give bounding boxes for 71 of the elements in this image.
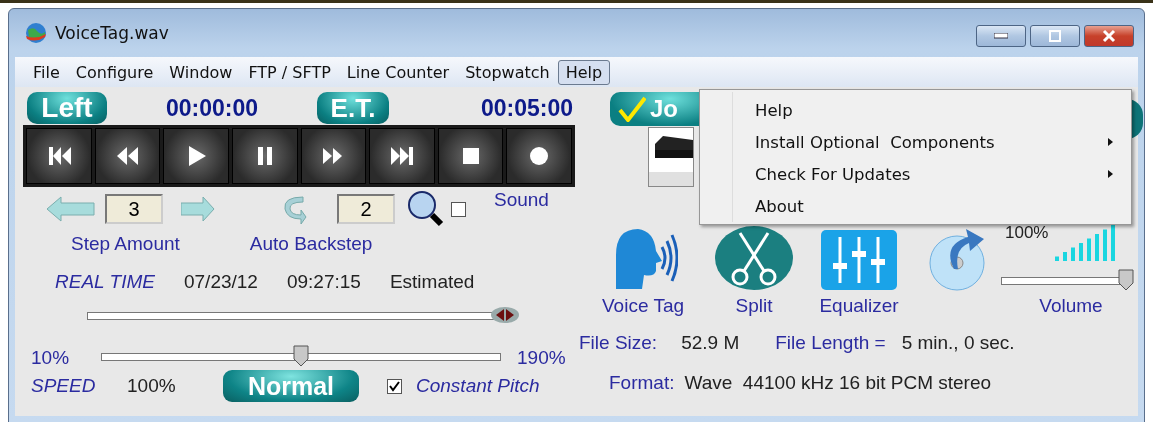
volume-reading: 100% <box>1005 223 1049 243</box>
window-title: VoiceTag.wav <box>55 23 169 43</box>
tool-label: Voice Tag <box>601 295 685 317</box>
speed-min-label: 10% <box>31 347 71 369</box>
equalizer-icon <box>820 229 898 291</box>
menu-item[interactable]: FTP / SFTP <box>240 59 339 85</box>
minimize-icon <box>994 33 1008 39</box>
left-time: 00:00:00 <box>164 94 260 122</box>
step-amount-label: Step Amount <box>71 233 180 255</box>
constant-pitch-checkbox[interactable] <box>387 378 402 394</box>
dropdown-item[interactable]: Install Optional Components <box>700 126 1131 158</box>
rewind-icon <box>115 144 140 168</box>
menu-item[interactable]: File <box>25 59 68 85</box>
volume-slider-thumb[interactable] <box>1118 269 1135 291</box>
date-text: 07/23/12 <box>183 271 258 293</box>
step-amount-field[interactable]: 3 <box>105 194 163 224</box>
file-size-label: File Size: <box>579 332 658 354</box>
submenu-arrow-icon <box>1108 138 1113 146</box>
checkmark-icon <box>618 96 646 122</box>
sound-label: Sound <box>494 189 549 211</box>
speed-label: SPEED <box>31 375 97 397</box>
format-label: Format: <box>609 372 675 394</box>
volume-label: Volume <box>1039 295 1103 317</box>
file-size-value: 52.9 M <box>681 332 740 354</box>
maximize-button[interactable] <box>1030 25 1080 47</box>
left-arrow-icon <box>47 196 95 222</box>
speed-slider-thumb[interactable] <box>293 345 309 367</box>
submenu-arrow-icon <box>1108 170 1113 178</box>
menu-item[interactable]: Window <box>161 59 241 85</box>
globe-icon <box>25 22 47 44</box>
fast-forward-button[interactable] <box>300 128 367 184</box>
minimize-button[interactable] <box>976 25 1026 47</box>
menu-item[interactable]: Line Counter <box>338 59 458 85</box>
auto-backstep-label: Auto Backstep <box>249 233 373 255</box>
sound-checkbox[interactable] <box>451 201 466 217</box>
speed-max-label: 190% <box>517 347 566 369</box>
elapsed-time: 00:05:00 <box>479 94 573 122</box>
constant-pitch-label: Constant Pitch <box>416 375 540 397</box>
tool-label: Equalizer <box>819 295 899 317</box>
skip-back-icon <box>46 144 71 168</box>
tool-label: Split <box>735 295 773 317</box>
close-icon <box>1102 29 1116 43</box>
scissors-icon <box>714 225 794 291</box>
file-length-label: File Length = <box>775 332 886 354</box>
position-slider-thumb[interactable] <box>490 304 521 326</box>
dropdown-item[interactable]: Check For Updates <box>700 158 1131 190</box>
skip-forward-button[interactable] <box>369 128 435 184</box>
estimated-text: Estimated <box>389 271 475 293</box>
menu-item[interactable]: Help <box>557 59 611 85</box>
menu-item[interactable]: Stopwatch <box>457 59 558 85</box>
time-text: 09:27:15 <box>286 271 361 293</box>
menu-item[interactable]: Configure <box>67 59 162 85</box>
maximize-icon <box>1049 30 1061 42</box>
rewind-button[interactable] <box>94 128 161 184</box>
close-button[interactable] <box>1084 25 1134 47</box>
format-value: Wave 44100 kHz 16 bit PCM stereo <box>684 372 992 394</box>
record-button[interactable] <box>506 128 572 184</box>
pause-button[interactable] <box>231 128 298 184</box>
dropdown-item[interactable]: About <box>700 190 1131 222</box>
right-arrow-icon <box>181 196 215 222</box>
elapsed-time-label: E.T. <box>317 92 389 124</box>
magnifier-icon <box>407 190 445 228</box>
skip-back-button[interactable] <box>26 128 92 184</box>
left-label: Left <box>27 92 107 124</box>
auto-backstep-field[interactable]: 2 <box>337 194 395 224</box>
speed-value: 100% <box>127 375 177 397</box>
file-length-value: 5 min., 0 sec. <box>901 332 1015 354</box>
real-time-label: REAL TIME <box>55 271 155 293</box>
play-button[interactable] <box>163 128 229 184</box>
stop-button[interactable] <box>437 128 504 184</box>
skip-forward-icon <box>389 144 414 168</box>
